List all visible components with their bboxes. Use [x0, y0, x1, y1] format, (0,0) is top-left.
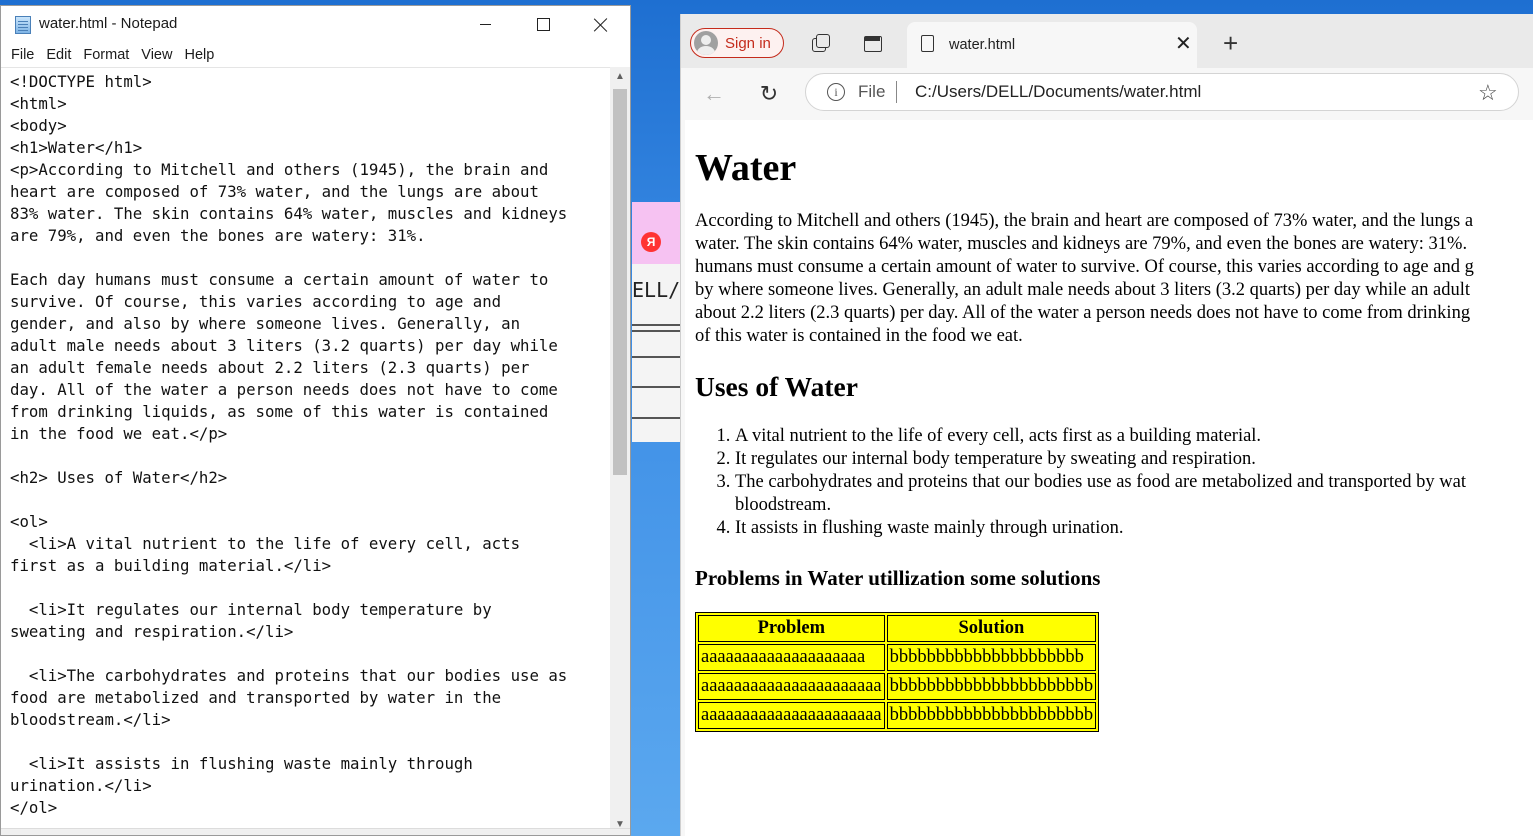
new-tab-icon[interactable]: + [1223, 30, 1238, 56]
table-cell: aaaaaaaaaaaaaaaaaaaaaa [698, 673, 885, 700]
divider [632, 386, 680, 388]
table-cell: bbbbbbbbbbbbbbbbbbbbb [886, 644, 1097, 671]
scroll-up-icon[interactable]: ▲ [610, 67, 630, 87]
paragraph-line: water. The skin contains 64% water, musc… [695, 234, 1468, 254]
tab-title: water.html [949, 37, 1016, 53]
sign-in-label: Sign in [725, 34, 771, 52]
tab-actions-icon[interactable] [863, 33, 883, 53]
browser-toolbar: ← ↻ i File C:/Users/DELL/Documents/water… [681, 68, 1533, 120]
minimize-button[interactable] [456, 6, 514, 43]
collections-icon[interactable] [810, 33, 830, 53]
notepad-menubar: File Edit Format View Help [1, 43, 630, 67]
sign-in-button[interactable]: Sign in [690, 28, 784, 58]
table-cell: bbbbbbbbbbbbbbbbbbbbbb [886, 673, 1097, 700]
table-row: aaaaaaaaaaaaaaaaaaaaaa bbbbbbbbbbbbbbbbb… [698, 673, 1097, 700]
paragraph-line: of this water is contained in the food w… [695, 326, 1023, 346]
close-icon [594, 18, 608, 32]
table-cell: bbbbbbbbbbbbbbbbbbbbbb [886, 702, 1097, 729]
notepad-vertical-scrollbar[interactable]: ▲ ▼ [610, 67, 630, 835]
info-icon[interactable]: i [827, 83, 845, 101]
paragraph-line: about 2.2 liters (2.3 quarts) per day. A… [695, 303, 1471, 323]
notepad-text-area[interactable]: <!DOCTYPE html> <html> <body> <h1>Water<… [1, 67, 610, 835]
list-item: It regulates our internal body temperatu… [735, 448, 1533, 471]
table-cell: aaaaaaaaaaaaaaaaaaaaaa [698, 702, 885, 729]
table-row: aaaaaaaaaaaaaaaaaaaa bbbbbbbbbbbbbbbbbbb… [698, 644, 1097, 671]
divider [632, 417, 680, 419]
table-row: aaaaaaaaaaaaaaaaaaaaaa bbbbbbbbbbbbbbbbb… [698, 702, 1097, 729]
browser-window: Sign in water.html ✕ + ← ↻ i File C:/Use… [680, 14, 1533, 836]
web-page-viewport: Water According to Mitchell and others (… [685, 120, 1533, 836]
paragraph-line: by where someone lives. Generally, an ad… [695, 280, 1471, 300]
notepad-content[interactable]: <!DOCTYPE html> <html> <body> <h1>Water<… [1, 68, 610, 819]
divider [632, 330, 680, 332]
address-bar[interactable]: i File C:/Users/DELL/Documents/water.htm… [805, 73, 1519, 111]
uses-heading: Uses of Water [695, 371, 858, 402]
browser-tab-bar: Sign in water.html ✕ + [681, 14, 1533, 68]
menu-edit[interactable]: Edit [40, 47, 77, 63]
divider [632, 356, 680, 358]
menu-help[interactable]: Help [178, 47, 220, 63]
page-heading: Water [695, 147, 797, 189]
notepad-app-icon [15, 16, 31, 34]
problems-table: Problem Solution aaaaaaaaaaaaaaaaaaaa bb… [695, 612, 1100, 732]
yandex-icon[interactable]: Я [641, 232, 661, 252]
address-path[interactable]: C:/Users/DELL/Documents/water.html [915, 82, 1201, 102]
favorite-star-icon[interactable]: ☆ [1478, 80, 1498, 106]
tab-water-html[interactable]: water.html ✕ [907, 22, 1197, 68]
paragraph-line: humans must consume a certain amount of … [695, 257, 1474, 277]
uses-list: A vital nutrient to the life of every ce… [695, 425, 1533, 540]
menu-view[interactable]: View [135, 47, 178, 63]
avatar-icon [694, 31, 718, 55]
notepad-title: water.html - Notepad [39, 15, 178, 32]
divider [632, 324, 680, 326]
list-item: A vital nutrient to the life of every ce… [735, 425, 1533, 448]
close-button[interactable] [572, 6, 630, 43]
table-cell: aaaaaaaaaaaaaaaaaaaa [698, 644, 885, 671]
problems-heading: Problems in Water utillization some solu… [695, 566, 1101, 590]
address-scheme: File [858, 82, 886, 101]
address-separator [896, 81, 897, 103]
minimize-icon [479, 24, 491, 25]
menu-format[interactable]: Format [77, 47, 135, 63]
notepad-titlebar[interactable]: water.html - Notepad [1, 6, 630, 43]
maximize-icon [536, 18, 550, 31]
page-paragraph: According to Mitchell and others (1945),… [695, 210, 1533, 348]
notepad-status-bar [1, 828, 630, 835]
list-item: The carbohydrates and proteins that our … [735, 471, 1533, 517]
list-item-text: bloodstream. [735, 495, 832, 515]
paragraph-line: According to Mitchell and others (1945),… [695, 211, 1474, 231]
menu-file[interactable]: File [5, 47, 40, 63]
scrollbar-thumb[interactable] [613, 89, 627, 475]
background-window[interactable]: Я ELL/D [632, 202, 680, 442]
maximize-button[interactable] [514, 6, 572, 43]
background-window-text: ELL/D [632, 278, 680, 302]
document-icon [921, 35, 934, 52]
table-header-cell: Solution [886, 615, 1097, 642]
tab-close-icon[interactable]: ✕ [1175, 34, 1192, 54]
table-header-cell: Problem [698, 615, 885, 642]
table-header-row: Problem Solution [698, 615, 1097, 642]
refresh-icon[interactable]: ↻ [756, 81, 782, 107]
list-item-text: The carbohydrates and proteins that our … [735, 472, 1467, 492]
back-arrow-icon[interactable]: ← [701, 81, 727, 107]
notepad-window: water.html - Notepad File Edit Format Vi… [0, 5, 631, 836]
list-item: It assists in flushing waste mainly thro… [735, 517, 1533, 540]
